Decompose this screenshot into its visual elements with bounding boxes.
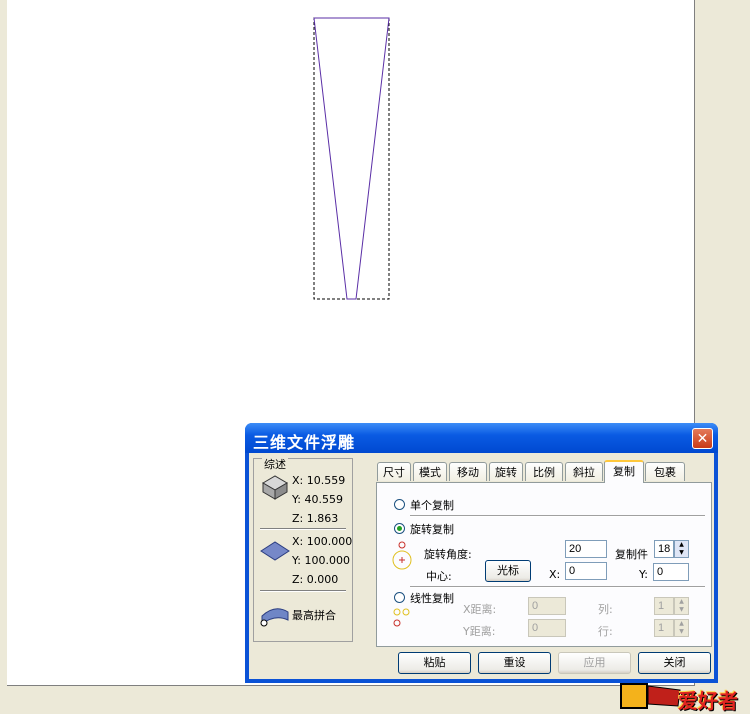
dialog-title: 三维文件浮雕 <box>253 433 356 452</box>
paste-button[interactable]: 粘贴 <box>398 652 471 674</box>
relief-dialog: 三维文件浮雕 ✕ 综述 X: 10.559 Y: 40.559 Z: 1.863… <box>245 423 718 683</box>
copy-pane: 单个复制 旋转复制 旋转角度: 复制件 ▲ ▼ 中心: 光标 X: Y: <box>376 482 712 647</box>
row-label: 行: <box>598 625 613 638</box>
linear-copy-icon <box>393 608 410 627</box>
rotate-center-icon <box>392 541 412 570</box>
x-label: X: <box>549 568 561 581</box>
spin-down-icon[interactable]: ▼ <box>675 549 688 557</box>
box-3d-icon <box>262 475 288 500</box>
size-x: X: 10.559 <box>292 474 346 487</box>
spin-up-icon[interactable]: ▲ <box>675 598 688 606</box>
rotate-copy-radio[interactable] <box>394 523 405 534</box>
dialog-client: 综述 X: 10.559 Y: 40.559 Z: 1.863 X: 100.0… <box>249 453 714 679</box>
y-distance-label: Y距离: <box>463 625 496 638</box>
center-x-input[interactable] <box>565 562 607 580</box>
copies-spinner[interactable]: ▲ ▼ <box>674 540 689 558</box>
y-distance-input[interactable] <box>528 619 566 637</box>
copies-input[interactable] <box>654 540 674 558</box>
center-label: 中心: <box>426 570 452 583</box>
linear-copy-radio[interactable] <box>394 592 405 603</box>
single-copy-label: 单个复制 <box>410 499 454 512</box>
tab-skew[interactable]: 斜拉 <box>565 462 603 481</box>
tab-mode[interactable]: 模式 <box>413 462 447 481</box>
tab-size[interactable]: 尺寸 <box>377 462 411 481</box>
summary-title: 综述 <box>262 456 288 472</box>
tab-move[interactable]: 移动 <box>449 462 487 481</box>
row-spinner[interactable]: ▲ ▼ <box>674 619 689 637</box>
tab-rotate[interactable]: 旋转 <box>489 462 523 481</box>
watermark-text: 爱好者 <box>678 689 738 713</box>
plane-x: X: 100.000 <box>292 535 353 548</box>
plane-icon <box>260 541 290 561</box>
summary-panel: 综述 X: 10.559 Y: 40.559 Z: 1.863 X: 100.0… <box>253 456 353 642</box>
apply-button[interactable]: 应用 <box>558 652 631 674</box>
column-label: 列: <box>598 603 613 616</box>
linear-copy-label: 线性复制 <box>410 592 454 605</box>
reset-button[interactable]: 重设 <box>478 652 551 674</box>
watermark-logo: 爱好者 <box>620 682 748 713</box>
spin-up-icon[interactable]: ▲ <box>675 541 688 549</box>
dialog-titlebar[interactable]: 三维文件浮雕 ✕ <box>245 423 718 453</box>
rotate-angle-input[interactable] <box>565 540 607 558</box>
center-y-input[interactable] <box>653 563 689 581</box>
tab-scale[interactable]: 比例 <box>525 462 563 481</box>
size-y: Y: 40.559 <box>292 493 343 506</box>
close-button[interactable]: 关闭 <box>638 652 711 674</box>
selection-box <box>313 17 390 300</box>
size-z: Z: 1.863 <box>292 512 339 525</box>
plane-y: Y: 100.000 <box>292 554 350 567</box>
close-icon[interactable]: ✕ <box>692 428 713 449</box>
fit-icon <box>260 608 289 627</box>
rotate-angle-label: 旋转角度: <box>424 548 472 561</box>
row-input[interactable] <box>654 619 674 637</box>
copies-label: 复制件 <box>615 548 648 561</box>
x-distance-label: X距离: <box>463 603 497 616</box>
plane-z: Z: 0.000 <box>292 573 339 586</box>
spin-up-icon[interactable]: ▲ <box>675 620 688 628</box>
spin-down-icon[interactable]: ▼ <box>675 628 688 636</box>
divider-single <box>410 515 705 517</box>
cursor-button[interactable]: 光标 <box>485 560 531 582</box>
tapered-shape <box>313 17 390 300</box>
column-input[interactable] <box>654 597 674 615</box>
fit-label: 最高拼合 <box>292 609 336 622</box>
divider-rotate <box>410 586 705 588</box>
rotate-copy-label: 旋转复制 <box>410 523 454 536</box>
summary-divider-1 <box>260 528 346 530</box>
tab-wrap[interactable]: 包裹 <box>645 462 685 481</box>
summary-divider-2 <box>260 590 346 592</box>
y-label: Y: <box>639 568 648 581</box>
spin-down-icon[interactable]: ▼ <box>675 606 688 614</box>
column-spinner[interactable]: ▲ ▼ <box>674 597 689 615</box>
x-distance-input[interactable] <box>528 597 566 615</box>
single-copy-radio[interactable] <box>394 499 405 510</box>
tab-copy[interactable]: 复制 <box>604 460 644 483</box>
